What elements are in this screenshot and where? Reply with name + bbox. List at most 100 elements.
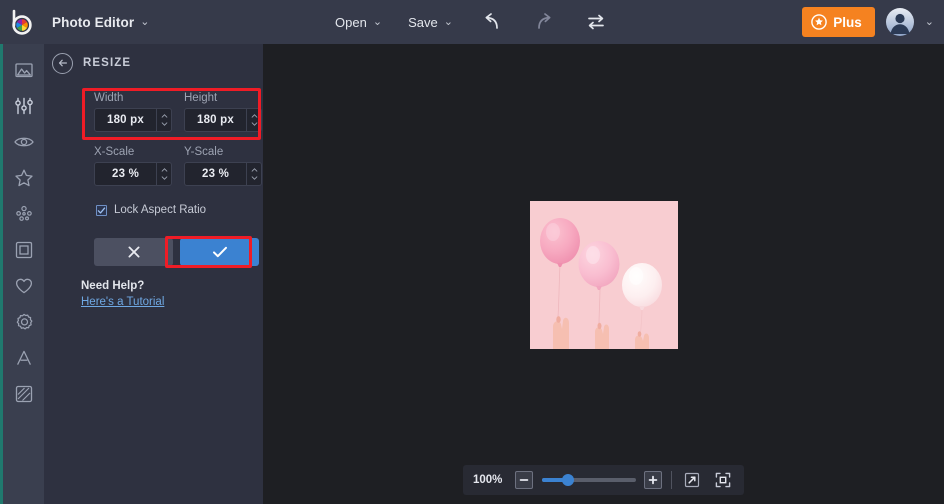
letter-a-icon [16, 350, 31, 365]
fit-to-screen-button[interactable] [712, 469, 734, 491]
x-scale-label: X-Scale [94, 146, 135, 158]
undo-button[interactable] [479, 9, 505, 35]
save-menu[interactable]: Save ⌄ [408, 15, 453, 30]
avatar [885, 8, 914, 36]
y-scale-stepper[interactable] [246, 163, 261, 185]
x-scale-stepper[interactable] [156, 163, 171, 185]
width-value[interactable]: 180 px [95, 109, 156, 131]
panel-actions [94, 238, 259, 266]
particles-icon [15, 205, 32, 221]
zoom-toolbar: 100% [463, 465, 744, 495]
panel-title: RESIZE [83, 57, 132, 69]
width-field: Width 180 px [94, 92, 172, 132]
tutorial-link[interactable]: Here's a Tutorial [81, 296, 164, 308]
app-title-menu[interactable]: Photo Editor ⌄ [44, 15, 149, 30]
sidebar-item-image[interactable] [2, 52, 46, 88]
lock-aspect-ratio-row[interactable]: Lock Aspect Ratio [96, 204, 206, 216]
sidebar-item-frames[interactable] [2, 232, 46, 268]
cancel-button[interactable] [94, 238, 173, 266]
checkmark-icon [97, 206, 106, 214]
canvas-image[interactable] [530, 201, 678, 349]
redo-icon [538, 13, 551, 29]
open-menu[interactable]: Open ⌄ [335, 15, 382, 30]
hatched-square-icon [15, 385, 32, 403]
scale-fields: X-Scale 23 % Y-Scale 23 % [94, 146, 262, 186]
fit-to-screen-icon [715, 472, 731, 488]
width-input[interactable]: 180 px [94, 108, 172, 132]
height-stepper[interactable] [246, 109, 261, 131]
lock-aspect-ratio-label: Lock Aspect Ratio [114, 204, 207, 216]
x-scale-value[interactable]: 23 % [95, 163, 156, 185]
width-label: Width [94, 92, 124, 104]
sidebar-item-overlays[interactable] [2, 304, 46, 340]
plus-upgrade-button[interactable]: Plus [802, 7, 875, 37]
open-menu-label: Open [335, 14, 367, 30]
help-title: Need Help? [81, 280, 145, 292]
toolbar-divider [671, 471, 673, 489]
back-button[interactable] [52, 52, 73, 74]
resize-panel: RESIZE Width 180 px Height 180 px X-Scal… [44, 44, 263, 504]
x-scale-field: X-Scale 23 % [94, 146, 172, 186]
height-input[interactable]: 180 px [184, 108, 262, 132]
back-arrow-icon [58, 59, 67, 67]
height-label: Height [184, 92, 218, 104]
photo-editor-app: Photo Editor ⌄ Open ⌄ Save ⌄ Plus ⌄ RESI… [0, 0, 944, 504]
chevron-down-icon: ⌄ [443, 15, 453, 28]
zoom-slider[interactable] [541, 471, 636, 489]
app-title: Photo Editor [52, 14, 135, 30]
account-menu[interactable]: ⌄ [885, 7, 934, 37]
sidebar-item-stickers[interactable] [2, 268, 46, 304]
apply-button[interactable] [180, 238, 259, 266]
zoom-slider-handle[interactable] [561, 474, 574, 486]
sidebar-item-beautify[interactable] [2, 160, 46, 196]
dimension-fields: Width 180 px Height 180 px [94, 92, 262, 132]
y-scale-field: Y-Scale 23 % [184, 146, 262, 186]
app-logo[interactable] [0, 0, 44, 44]
gear-flower-icon [16, 313, 32, 330]
open-in-new-button[interactable] [681, 469, 703, 491]
heart-icon [15, 278, 32, 294]
y-scale-input[interactable]: 23 % [184, 162, 262, 186]
x-scale-input[interactable]: 23 % [94, 162, 172, 186]
star-badge-icon [811, 14, 828, 30]
height-value[interactable]: 180 px [185, 109, 246, 131]
save-menu-label: Save [408, 14, 438, 30]
zoom-level-label: 100% [473, 474, 503, 486]
zoom-out-button[interactable] [514, 471, 533, 489]
y-scale-value[interactable]: 23 % [185, 163, 246, 185]
sidebar-item-effects[interactable] [2, 124, 46, 160]
balloons-photo [530, 201, 678, 349]
chevron-down-icon [251, 176, 257, 180]
compare-toggle-button[interactable] [583, 9, 609, 35]
square-frame-icon [15, 241, 32, 259]
chevron-down-icon [251, 122, 257, 126]
star-outline-icon [14, 169, 33, 187]
zoom-in-button[interactable] [644, 471, 663, 489]
sliders-icon [14, 97, 33, 115]
y-scale-label: Y-Scale [184, 146, 224, 158]
compare-toggle-icon [588, 14, 604, 30]
editor-canvas[interactable]: 100% [263, 44, 944, 504]
sidebar-item-retouch[interactable] [2, 196, 46, 232]
chevron-down-icon: ⌄ [372, 15, 383, 28]
chevron-up-icon [161, 168, 167, 172]
sidebar-item-textures[interactable] [2, 376, 46, 412]
eye-icon [13, 137, 34, 147]
help-block: Need Help? Here's a Tutorial [81, 280, 164, 310]
panel-header: RESIZE [44, 44, 263, 82]
redo-button[interactable] [531, 9, 557, 35]
top-right-actions: Plus ⌄ [802, 0, 934, 44]
chevron-down-icon: ⌄ [140, 15, 150, 28]
chevron-up-icon [251, 114, 257, 118]
chevron-down-icon [161, 176, 167, 180]
sidebar-item-text[interactable] [2, 340, 46, 376]
landscape-photo-icon [14, 63, 33, 78]
open-in-new-icon [685, 472, 700, 488]
plus-icon [648, 475, 658, 485]
lock-aspect-ratio-checkbox[interactable] [96, 204, 107, 216]
checkmark-icon [212, 246, 227, 258]
width-stepper[interactable] [156, 109, 171, 131]
minus-icon [519, 479, 529, 481]
sidebar-item-adjust[interactable] [2, 88, 46, 124]
chevron-down-icon [161, 122, 167, 126]
